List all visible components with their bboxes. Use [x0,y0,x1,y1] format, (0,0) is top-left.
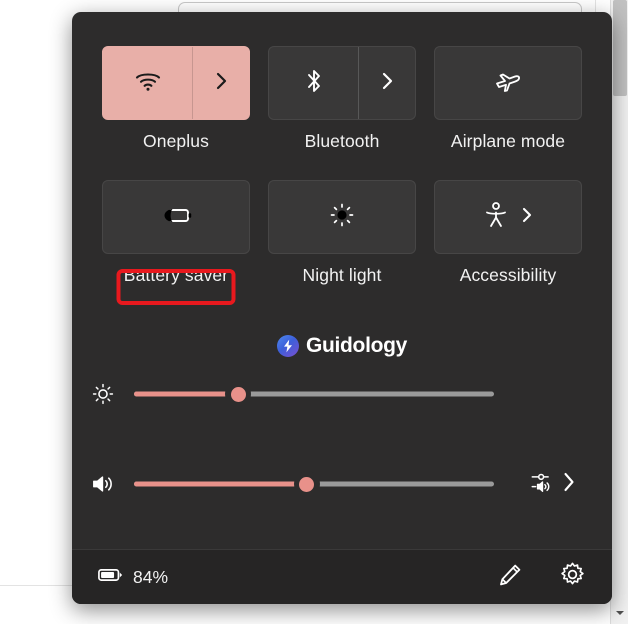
volume-slider-row [72,464,612,504]
battery-saver-icon [159,203,193,232]
tile-accessibility[interactable] [434,180,582,254]
quick-settings-footer: 84% [72,549,612,604]
tile-wifi[interactable] [102,46,250,120]
volume-slider-trailing[interactable] [494,469,612,500]
accessibility-icon [483,201,509,234]
screenshot-root: Oneplus Bluetooth Airplane mode Battery … [0,0,628,624]
tile-label-accessibility: Accessibility [459,265,557,285]
tile-cell-bluetooth: Bluetooth [268,46,416,152]
tile-bluetooth-toggle[interactable] [269,47,359,119]
scrollbar-thumb[interactable] [613,0,627,96]
brightness-thumb-inner [230,386,246,402]
bluetooth-icon [304,67,324,100]
vertical-scrollbar[interactable] [610,0,628,624]
tile-night-light[interactable] [268,180,416,254]
tile-wifi-expand-button[interactable] [193,47,249,119]
chevron-right-icon[interactable] [521,206,533,229]
audio-output-selector-icon[interactable] [530,469,556,500]
tile-label-wifi: Oneplus [143,131,209,151]
battery-status: 84% [98,567,168,588]
tile-cell-battery-saver: Battery saver [102,180,250,305]
watermark-text: Guidology [305,334,408,357]
tile-battery-saver[interactable] [102,180,250,254]
tile-airplane-mode[interactable] [434,46,582,120]
tile-cell-night-light: Night light [268,180,416,286]
footer-actions [497,561,586,593]
volume-slider[interactable] [134,466,494,502]
wifi-icon [134,70,162,97]
gear-icon[interactable] [559,561,586,593]
tile-label-airplane-mode: Airplane mode [450,131,566,151]
tile-cell-accessibility: Accessibility [434,180,582,286]
airplane-icon [493,67,523,100]
pencil-icon[interactable] [497,562,523,593]
tile-label-night-light: Night light [302,265,382,285]
tile-label-battery-saver: Battery saver [123,265,229,285]
tile-cell-airplane-mode: Airplane mode [434,46,582,152]
lightning-bolt-icon [276,335,299,357]
brightness-slider-row [72,374,612,414]
chevron-right-icon [215,71,228,96]
tile-label-bluetooth: Bluetooth [304,131,380,151]
brightness-slider-fill [134,391,239,397]
brightness-slider[interactable] [134,376,494,412]
tile-cell-wifi: Oneplus [102,46,250,152]
volume-slider-fill [134,481,307,487]
battery-percent-label: 84% [133,566,169,587]
tile-wifi-toggle[interactable] [103,47,193,119]
watermark: Guidology [72,334,612,358]
speaker-icon[interactable] [72,472,134,496]
quick-settings-tile-grid: Oneplus Bluetooth Airplane mode Battery … [72,12,612,305]
tile-row-2: Battery saver Night light Accessibility [72,180,612,305]
volume-thumb-inner [299,476,315,492]
chevron-right-icon [381,71,394,96]
chevron-down-icon[interactable] [611,602,628,624]
battery-icon [98,567,124,588]
night-light-icon [329,202,355,233]
tile-bluetooth[interactable] [268,46,416,120]
brightness-slider-thumb[interactable] [225,381,252,407]
chevron-right-icon[interactable] [562,471,576,498]
quick-settings-panel: Oneplus Bluetooth Airplane mode Battery … [72,12,612,604]
brightness-icon [72,382,134,406]
volume-slider-thumb[interactable] [293,471,320,497]
tile-bluetooth-expand-button[interactable] [359,47,415,119]
tile-row-1: Oneplus Bluetooth Airplane mode [72,46,612,152]
